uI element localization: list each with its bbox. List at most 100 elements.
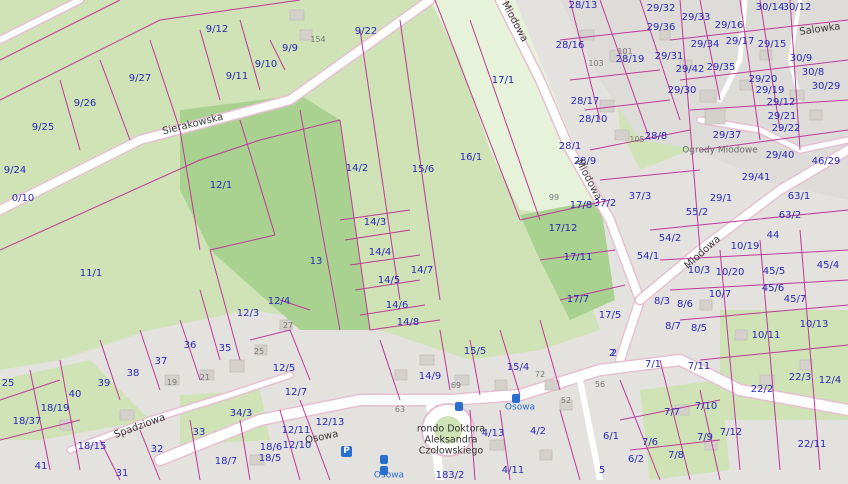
parcel-label[interactable]: 17/8 (570, 201, 592, 211)
parcel-label[interactable]: 29/40 (766, 151, 795, 161)
parcel-label[interactable]: 9/11 (226, 72, 248, 82)
parcel-label[interactable]: 46/29 (812, 157, 841, 167)
parcel-label[interactable]: 12/4 (268, 297, 290, 307)
parcel-label[interactable]: 29/16 (715, 21, 744, 31)
parcel-label[interactable]: 6/2 (628, 455, 644, 465)
parcel-label[interactable]: 29/37 (713, 131, 742, 141)
parcel-label[interactable]: 29/1 (710, 194, 732, 204)
parcel-label[interactable]: 44 (767, 231, 780, 241)
parcel-label[interactable]: 18/37 (13, 417, 42, 427)
parcel-label[interactable]: 13 (310, 257, 323, 267)
parcel-label[interactable]: 17/12 (549, 224, 578, 234)
bus-stop-label[interactable]: Osowa (505, 403, 535, 413)
parcel-label[interactable]: 6/1 (603, 432, 619, 442)
parcel-label[interactable]: 32 (151, 445, 164, 455)
parcel-label[interactable]: 12/5 (273, 364, 295, 374)
parcel-label[interactable]: 7/1 (645, 360, 661, 370)
parking-icon[interactable]: P (341, 446, 352, 457)
parcel-label[interactable]: 22/3 (789, 373, 811, 383)
parcel-label[interactable]: 29/30 (668, 86, 697, 96)
parcel-label[interactable]: 15/4 (507, 363, 529, 373)
parcel-label[interactable]: 7/11 (688, 362, 710, 372)
poi-label[interactable]: Ogrody Miodowe (682, 146, 758, 156)
parcel-label[interactable]: 10/13 (800, 320, 829, 330)
parcel-label[interactable]: 54/1 (637, 252, 659, 262)
parcel-label[interactable]: 18/5 (259, 454, 281, 464)
parcel-label[interactable]: 8/3 (654, 297, 670, 307)
parcel-label[interactable]: 22/2 (751, 385, 773, 395)
parcel-label[interactable]: 34/3 (230, 409, 252, 419)
parcel-label[interactable]: 28/10 (579, 115, 608, 125)
parcel-label[interactable]: 7/12 (720, 428, 742, 438)
parcel-label[interactable]: 30/12 (783, 3, 812, 13)
parcel-label[interactable]: 40 (69, 390, 82, 400)
parcel-label[interactable]: 14/6 (386, 301, 408, 311)
parcel-label[interactable]: 33 (193, 428, 206, 438)
parcel-label[interactable]: 12/1 (210, 181, 232, 191)
parcel-label[interactable]: 12/3 (237, 309, 259, 319)
parcel-label[interactable]: 29/20 (749, 75, 778, 85)
parcel-label[interactable]: 39 (98, 379, 111, 389)
parcel-label[interactable]: 29/17 (726, 37, 755, 47)
parcel-label[interactable]: 12/7 (285, 388, 307, 398)
parcel-label[interactable]: 17/11 (564, 253, 593, 263)
parcel-label[interactable]: 12/4 (819, 376, 841, 386)
parcel-label[interactable]: 10/19 (731, 242, 760, 252)
parcel-label[interactable]: 10/11 (752, 331, 781, 341)
parcel-label[interactable]: 4/2 (530, 427, 546, 437)
parcel-label[interactable]: 28/19 (616, 55, 645, 65)
parcel-label[interactable]: 14/8 (397, 318, 419, 328)
parcel-label[interactable]: 10/7 (709, 290, 731, 300)
parcel-label[interactable]: 9/12 (206, 25, 228, 35)
parcel-label[interactable]: 14/4 (369, 248, 391, 258)
parcel-label[interactable]: 28/13 (569, 1, 598, 11)
parcel-label[interactable]: 37/2 (594, 199, 616, 209)
parcel-label[interactable]: 29/15 (758, 40, 787, 50)
parcel-label[interactable]: 54/2 (659, 234, 681, 244)
parcel-label[interactable]: 9/25 (32, 123, 54, 133)
parcel-label[interactable]: 14/7 (411, 266, 433, 276)
parcel-label[interactable]: 14/5 (378, 276, 400, 286)
parcel-label[interactable]: 7/9 (697, 433, 713, 443)
bus-stop-icon[interactable] (380, 455, 388, 464)
parcel-label[interactable]: 17/5 (599, 311, 621, 321)
parcel-label[interactable]: 63/2 (779, 211, 801, 221)
parcel-label[interactable]: 63/1 (788, 192, 810, 202)
parcel-label[interactable]: 29/34 (691, 40, 720, 50)
parcel-label[interactable]: 14/2 (346, 164, 368, 174)
parcel-label[interactable]: 15/5 (464, 347, 486, 357)
parcel-label[interactable]: 29/36 (647, 23, 676, 33)
parcel-label[interactable]: 30/29 (812, 82, 841, 92)
parcel-label[interactable]: 37/3 (629, 192, 651, 202)
parcel-label[interactable]: 29/41 (742, 173, 771, 183)
parcel-label[interactable]: 55/2 (686, 208, 708, 218)
parcel-label[interactable]: 28/1 (559, 142, 581, 152)
parcel-label[interactable]: 7/6 (642, 438, 658, 448)
parcel-label[interactable]: 35 (219, 344, 232, 354)
parcel-label[interactable]: 9/22 (355, 27, 377, 37)
parcel-label[interactable]: 9/26 (74, 99, 96, 109)
parcel-label[interactable]: 2 (609, 349, 615, 359)
parcel-label[interactable]: 37 (155, 357, 168, 367)
parcel-label[interactable]: 29/19 (756, 86, 785, 96)
parcel-label[interactable]: 28/16 (556, 41, 585, 51)
parcel-label[interactable]: 15/6 (412, 165, 434, 175)
bus-stop-label[interactable]: Osowa (374, 471, 404, 481)
bus-stop-icon[interactable] (455, 402, 463, 411)
parcel-label[interactable]: 8/5 (691, 324, 707, 334)
parcel-label[interactable]: 9/24 (4, 166, 26, 176)
parcel-label[interactable]: 5 (599, 466, 605, 476)
parcel-label[interactable]: 25 (2, 379, 15, 389)
parcel-label[interactable]: 4/11 (502, 466, 524, 476)
parcel-label[interactable]: 29/35 (707, 63, 736, 73)
parcel-label[interactable]: 7/8 (668, 451, 684, 461)
parcel-label[interactable]: 0/10 (12, 194, 34, 204)
parcel-label[interactable]: 17/1 (492, 76, 514, 86)
parcel-label[interactable]: 18/15 (78, 442, 107, 452)
parcel-label[interactable]: 18/19 (41, 404, 70, 414)
parcel-label[interactable]: 45/4 (817, 261, 839, 271)
parcel-label[interactable]: 31 (116, 469, 129, 479)
map-canvas[interactable]: 9/12 9/9 9/22 17/1 28/13 29/32 29/33 29/… (0, 0, 848, 484)
parcel-label[interactable]: 22/11 (798, 440, 827, 450)
parcel-label[interactable]: 10/20 (716, 268, 745, 278)
